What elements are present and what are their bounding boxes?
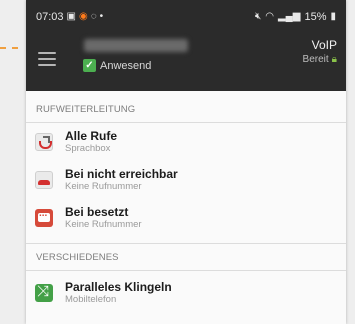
section-header-forwarding: RUFWEITERLEITUNG xyxy=(36,103,136,115)
item-title: Paralleles Klingeln xyxy=(65,280,172,294)
status-bar: 07:03 ▣ ◉ ◌ • 🔇︎ ◠ ▂▄▆ 15% ▮ xyxy=(26,0,346,33)
wifi-icon: ◠ xyxy=(265,11,274,22)
mute-icon: 🔇︎ xyxy=(254,11,262,22)
item-subtitle: Sprachbox xyxy=(65,143,111,154)
item-title: Alle Rufe xyxy=(65,129,118,143)
presence-label: Anwesend xyxy=(100,59,152,72)
presence-status[interactable]: ✓ Anwesend xyxy=(83,59,151,72)
voip-label: VoIP xyxy=(311,38,337,52)
phone-screen: 07:03 ▣ ◉ ◌ • 🔇︎ ◠ ▂▄▆ 15% ▮ ✓ Anwesend … xyxy=(26,0,346,324)
item-subtitle: Keine Rufnummer xyxy=(65,181,142,192)
list-item-parallel-ringing[interactable]: Paralleles Klingeln Mobiltelefon xyxy=(26,271,346,315)
battery-level: 15% xyxy=(304,10,327,23)
check-icon: ✓ xyxy=(83,59,96,72)
section-header-misc: VERSCHIEDENES xyxy=(36,251,119,263)
voip-status-label: Bereit xyxy=(302,54,329,65)
lock-icon: 🔒︎ xyxy=(331,54,337,65)
voip-status[interactable]: VoIP Bereit 🔒︎ xyxy=(303,38,337,65)
phone-forward-icon xyxy=(35,133,53,151)
list-item-all-calls[interactable]: Alle Rufe Sprachbox xyxy=(26,123,346,161)
app-notification-icon: ◉ xyxy=(78,11,88,22)
item-subtitle: Keine Rufnummer xyxy=(65,219,142,230)
clock: 07:03 xyxy=(36,10,64,23)
item-title: Bei nicht erreichbar xyxy=(65,167,178,181)
list-item-unreachable[interactable]: Bei nicht erreichbar Keine Rufnummer xyxy=(26,161,346,199)
guide-dashed-line xyxy=(0,47,18,49)
battery-icon: ▮ xyxy=(330,11,336,22)
dot-icon: • xyxy=(99,11,104,22)
parallel-ring-icon xyxy=(35,283,53,302)
item-title: Bei besetzt xyxy=(65,205,129,219)
phone-unreachable-icon xyxy=(35,171,53,189)
gallery-icon: ▣ xyxy=(66,11,76,22)
item-subtitle: Mobiltelefon xyxy=(65,294,117,305)
list-item-busy[interactable]: Bei besetzt Keine Rufnummer xyxy=(26,199,346,237)
menu-icon[interactable] xyxy=(38,52,56,66)
notification-icon: ◌ xyxy=(90,11,97,22)
phone-busy-icon xyxy=(35,208,53,227)
app-bar: ✓ Anwesend VoIP Bereit 🔒︎ xyxy=(26,33,346,91)
user-name-blurred xyxy=(84,39,188,52)
signal-icon: ▂▄▆ xyxy=(277,11,301,22)
